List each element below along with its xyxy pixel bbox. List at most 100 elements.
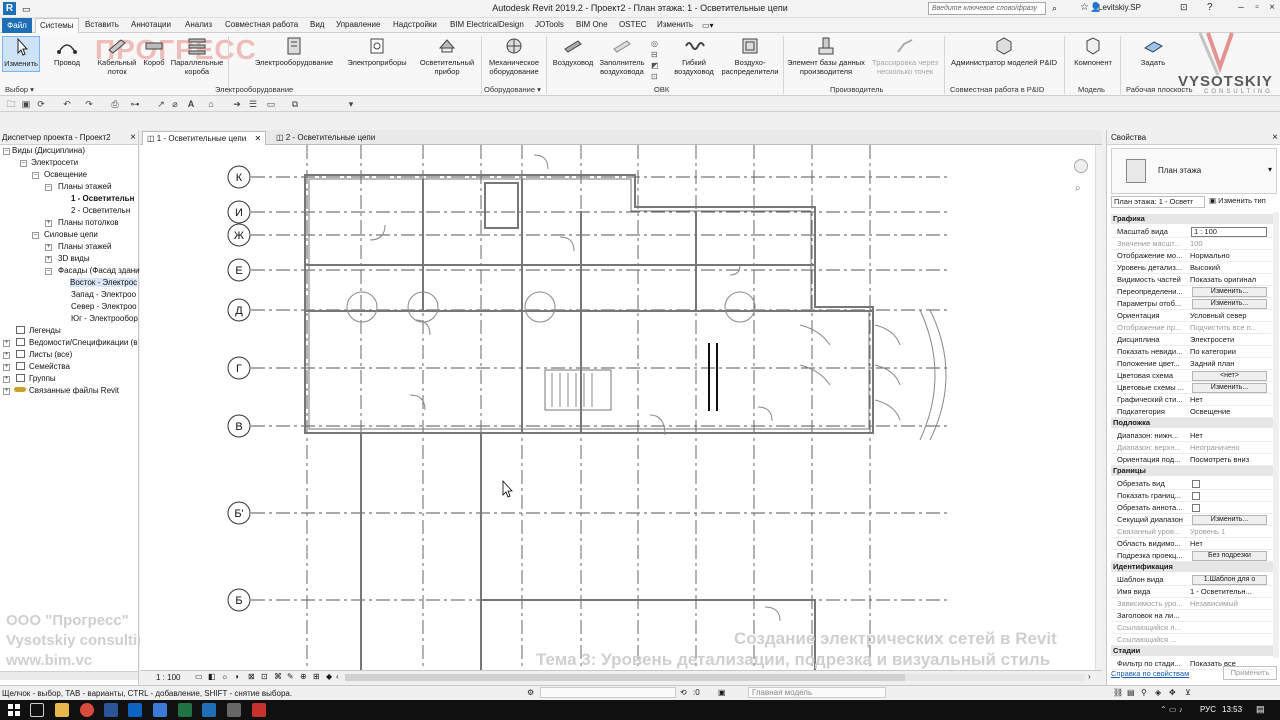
open-icon[interactable]: 🗀 xyxy=(6,99,16,109)
tree-sheets[interactable]: Листы (все) xyxy=(29,350,72,359)
reveal-hidden-icon[interactable]: ✎ xyxy=(287,672,294,681)
language-indicator[interactable]: РУС xyxy=(1200,705,1216,714)
modify-button[interactable]: Изменить xyxy=(2,36,40,72)
explorer-icon[interactable] xyxy=(55,703,69,717)
sync-icon[interactable]: ⟳ xyxy=(36,99,46,109)
drag-elements-icon[interactable]: ✥ xyxy=(1169,688,1176,697)
shadows-icon[interactable]: ◑ xyxy=(234,672,239,681)
temporary-hide-icon[interactable]: ⌘ xyxy=(274,672,282,681)
properties-help-link[interactable]: Справка по свойствам xyxy=(1111,669,1189,678)
close-tab-icon[interactable]: ✕ xyxy=(254,134,261,143)
expand-toggle[interactable]: + xyxy=(3,340,10,347)
minimize-button[interactable]: – xyxy=(1234,2,1248,15)
component-button[interactable]: Компонент xyxy=(1068,36,1118,67)
tree-view-2-lighting[interactable]: 2 - Осветительн xyxy=(71,206,130,215)
tree-elevations[interactable]: Фасады (Фасад здани xyxy=(58,266,140,275)
design-option-dropdown[interactable]: Главная модель xyxy=(748,687,886,698)
app-icon[interactable] xyxy=(153,703,167,717)
tree-power[interactable]: Силовые цепи xyxy=(44,230,98,239)
tab-view[interactable]: Вид xyxy=(310,20,324,29)
scroll-right-icon[interactable]: › xyxy=(1088,672,1091,681)
collapse-toggle[interactable]: – xyxy=(45,184,52,191)
design-options-icon[interactable]: ▣ xyxy=(718,688,726,697)
cart-icon[interactable]: ⊡ xyxy=(1180,2,1188,13)
show-crop-icon[interactable]: ⊡ xyxy=(261,672,268,681)
property-edit-button[interactable]: Изменить... xyxy=(1192,287,1267,297)
apply-button[interactable]: Применить xyxy=(1223,666,1277,680)
tree-lighting[interactable]: Освещение xyxy=(44,170,87,179)
property-checkbox[interactable] xyxy=(1192,504,1200,512)
search-input[interactable]: Введите ключевое слово/фразу xyxy=(928,2,1046,15)
close-properties-icon[interactable]: × xyxy=(1272,132,1278,143)
print-icon[interactable]: ⎙ xyxy=(110,99,120,109)
lighting-fixture-button[interactable]: Осветительный прибор xyxy=(416,36,478,76)
tab-bim-electricaldesign[interactable]: BIM ElectricalDesign xyxy=(450,20,524,29)
tag-icon[interactable]: ⌀ xyxy=(170,99,180,109)
recorder-icon[interactable] xyxy=(252,703,266,717)
tab-bim-one[interactable]: BIM One xyxy=(576,20,608,29)
search-icon[interactable]: ⌕ xyxy=(1052,3,1057,14)
excel-icon[interactable] xyxy=(178,703,192,717)
wire-button[interactable]: Провод xyxy=(48,36,86,67)
duct-button[interactable]: Воздуховод xyxy=(550,36,596,67)
collapse-toggle[interactable]: – xyxy=(20,160,27,167)
star-icon[interactable]: ☆ xyxy=(1080,2,1089,13)
tab-annotate[interactable]: Аннотации xyxy=(131,20,171,29)
select-pinned-icon[interactable]: ⚲ xyxy=(1141,688,1147,697)
property-group-header[interactable]: Подложка xyxy=(1111,418,1273,428)
property-group-header[interactable]: Границы xyxy=(1111,466,1273,476)
canvas-vscroll[interactable] xyxy=(1095,145,1102,670)
tree-view-1-lighting[interactable]: 1 - Осветительн xyxy=(71,194,134,203)
cable-tray-button[interactable]: Кабельный лоток xyxy=(95,36,139,76)
start-icon[interactable] xyxy=(7,703,21,717)
undo-icon[interactable]: ↶ xyxy=(62,99,72,109)
tree-views[interactable]: Виды (Дисциплина) xyxy=(12,146,85,155)
fabrication-part-button[interactable]: Элемент базы данных производителя xyxy=(786,36,866,76)
tree-electrical[interactable]: Электросети xyxy=(31,158,78,167)
property-group-header[interactable]: Стадии xyxy=(1111,646,1273,656)
expand-toggle[interactable]: + xyxy=(3,352,10,359)
zoom-icon[interactable]: ⌕ xyxy=(1075,183,1081,194)
conduit-button[interactable]: Короб xyxy=(140,36,168,67)
air-terminal-button[interactable]: Воздухо-распределители xyxy=(719,36,781,76)
analytical-model-icon[interactable]: ⊕ xyxy=(300,672,307,681)
switch-windows-icon[interactable]: ⧉ xyxy=(290,99,300,109)
canvas-hscroll-thumb[interactable] xyxy=(345,674,905,681)
properties-vscroll[interactable] xyxy=(1273,212,1279,658)
expand-toggle[interactable]: + xyxy=(3,364,10,371)
pid-admin-button[interactable]: Администратор моделей P&ID xyxy=(946,36,1062,67)
tab-manage[interactable]: Управление xyxy=(336,20,380,29)
tab-addins[interactable]: Надстройки xyxy=(393,20,437,29)
steering-wheel-icon[interactable] xyxy=(1074,159,1088,173)
measure-icon[interactable]: ⊶ xyxy=(130,99,140,109)
worksets-icon[interactable]: ⚙ xyxy=(527,688,534,697)
workset-dropdown[interactable] xyxy=(540,687,676,698)
maximize-button[interactable]: ▫ xyxy=(1250,2,1264,15)
select-underlay-icon[interactable]: ▤ xyxy=(1127,688,1135,697)
tree-elevation-south[interactable]: Юг - Электрообор xyxy=(71,314,138,323)
app-icon-2[interactable] xyxy=(227,703,241,717)
expand-toggle[interactable]: + xyxy=(3,388,10,395)
property-input[interactable]: 1 : 100 xyxy=(1191,227,1267,237)
expand-toggle[interactable]: + xyxy=(45,256,52,263)
chrome-icon[interactable] xyxy=(80,703,94,717)
tree-families[interactable]: Семейства xyxy=(29,362,70,371)
view-tab-1[interactable]: ◫ 1 - Осветительные цепи ✕ xyxy=(142,131,267,145)
crop-view-icon[interactable]: ⊠ xyxy=(248,672,255,681)
outlook-icon[interactable] xyxy=(128,703,142,717)
editing-requests-icon[interactable]: ⟲ xyxy=(680,688,687,697)
help-icon[interactable]: ? xyxy=(1207,2,1213,13)
collapse-toggle[interactable]: – xyxy=(45,268,52,275)
word-icon[interactable] xyxy=(104,703,118,717)
highlight-displacement-icon[interactable]: ⊞ xyxy=(313,672,320,681)
duct-tools-icons[interactable]: ◎ ⊟ ◩ ⊡ xyxy=(651,38,659,82)
task-view-icon[interactable] xyxy=(30,703,44,717)
tree-elevation-north[interactable]: Север - Электроо xyxy=(71,302,137,311)
electrical-fixture-button[interactable]: Электроприборы xyxy=(340,36,414,67)
detail-level-icon[interactable]: ▭ xyxy=(195,672,203,681)
expand-toggle[interactable]: + xyxy=(45,220,52,227)
canvas-hscroll[interactable] xyxy=(345,674,1085,681)
close-browser-icon[interactable]: × xyxy=(130,132,136,143)
tab-insert[interactable]: Вставить xyxy=(85,20,119,29)
tree-elevation-west[interactable]: Запад - Электроо xyxy=(71,290,136,299)
